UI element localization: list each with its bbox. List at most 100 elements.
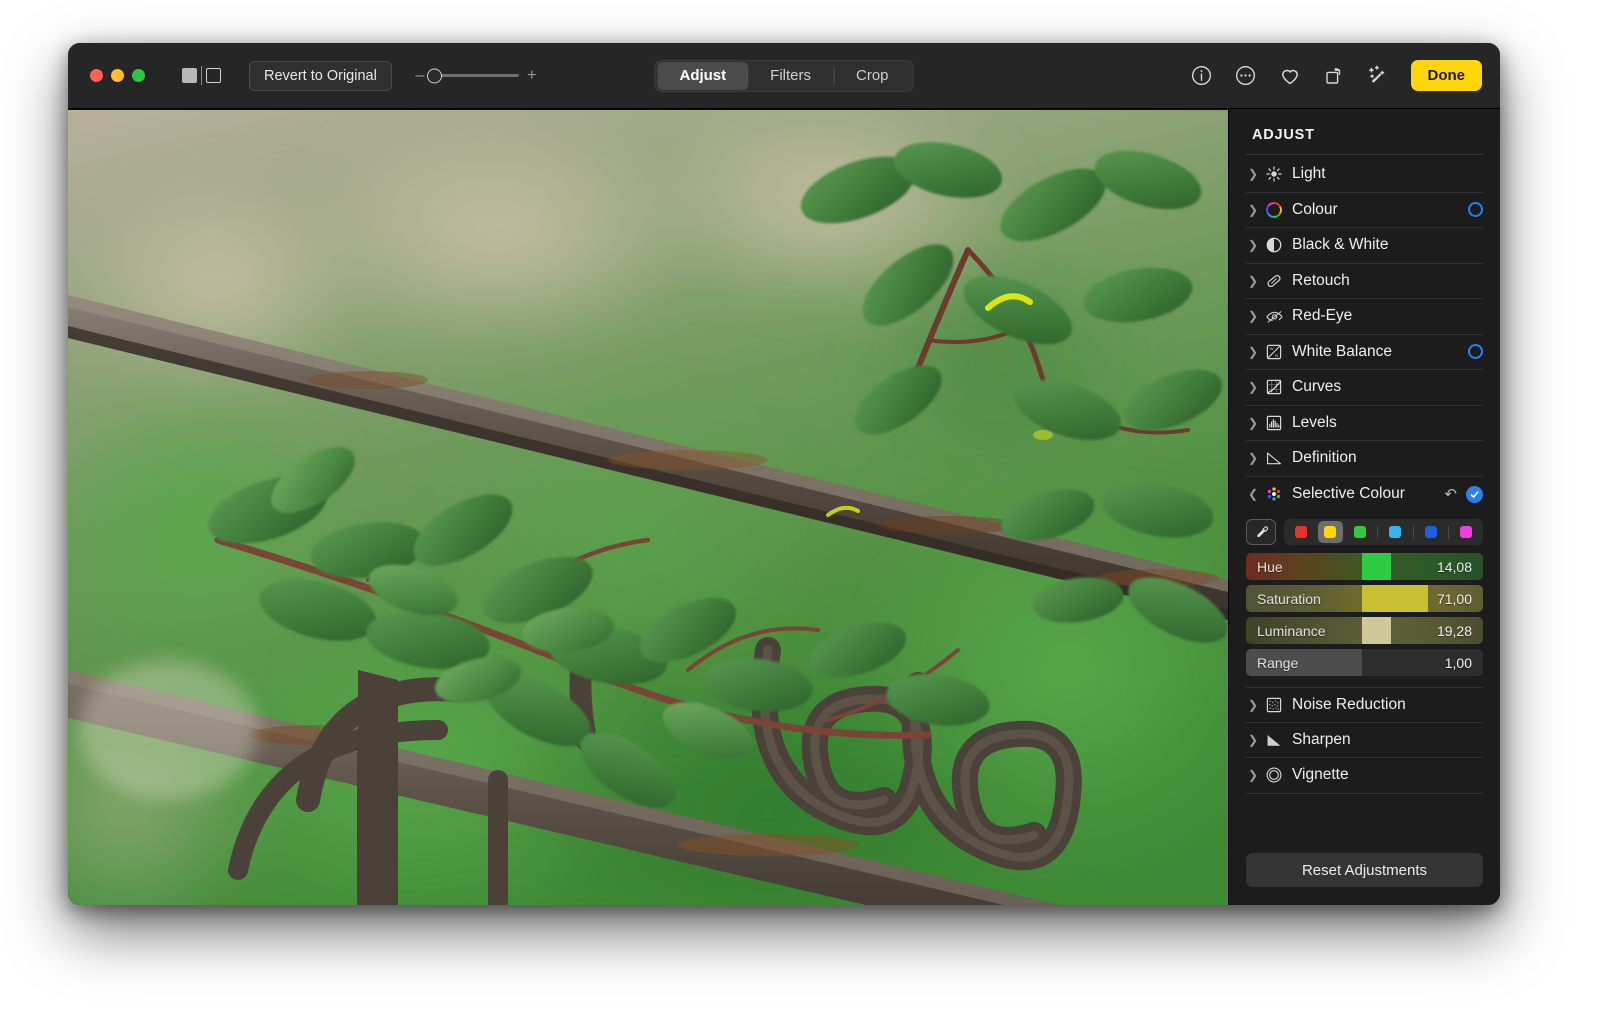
swatch-blue[interactable]: [1424, 526, 1437, 538]
adjustment-row-white-balance[interactable]: ❯ W B White Balance: [1246, 335, 1483, 370]
adjustment-label: Vignette: [1292, 766, 1349, 784]
screen: Revert to Original – + Adjust Filters Cr…: [0, 0, 1600, 1015]
revert-to-original-button[interactable]: Revert to Original: [249, 60, 392, 91]
slider-saturation-label: Saturation: [1257, 590, 1321, 607]
swatch-red[interactable]: [1294, 526, 1307, 538]
zoom-slider-track[interactable]: [426, 68, 519, 83]
zoom-control[interactable]: – +: [415, 67, 537, 85]
svg-text:W: W: [1270, 346, 1274, 351]
adjustment-toggle-icon[interactable]: [1468, 344, 1483, 360]
adjustment-row-vignette[interactable]: ❯ Vignette: [1246, 758, 1483, 794]
slider-saturation-value: 71,00: [1436, 590, 1472, 607]
reset-adjustments-button[interactable]: Reset Adjustments: [1246, 853, 1483, 887]
revert-label: Revert to Original: [264, 67, 377, 84]
adjustment-label: Black & White: [1292, 236, 1389, 254]
chevron-right-icon[interactable]: ❯: [1246, 168, 1260, 180]
zoom-out-icon[interactable]: –: [415, 67, 425, 85]
swatch-cyan-wrap[interactable]: [1383, 521, 1408, 543]
chevron-right-icon[interactable]: ❯: [1246, 310, 1260, 322]
slider-range[interactable]: Range 1,00: [1246, 649, 1483, 676]
adjustment-row-red-eye[interactable]: ❯ Red-Eye: [1246, 299, 1483, 335]
swatch-red-cell[interactable]: [1288, 521, 1313, 543]
chevron-right-icon[interactable]: ❯: [1246, 346, 1260, 358]
zoom-slider-knob[interactable]: [426, 68, 442, 83]
eyedropper-icon[interactable]: [1246, 519, 1276, 545]
swatch-magenta-cell[interactable]: [1454, 521, 1479, 543]
black-white-icon: [1263, 235, 1285, 255]
chevron-right-icon[interactable]: ❯: [1246, 452, 1260, 464]
favorite-icon[interactable]: [1277, 63, 1303, 89]
swatch-red-wrap[interactable]: [1288, 521, 1313, 543]
info-icon[interactable]: [1189, 63, 1215, 89]
chevron-right-icon[interactable]: ❯: [1246, 239, 1260, 251]
adjustment-row-sharpen[interactable]: ❯ Sharpen: [1246, 723, 1483, 758]
adjustment-row-colour[interactable]: ❯ Colour: [1246, 193, 1483, 228]
chevron-right-icon[interactable]: ❯: [1246, 769, 1260, 781]
compare-view-toggle[interactable]: [182, 65, 221, 87]
done-button[interactable]: Done: [1410, 60, 1482, 91]
adjustment-row-levels[interactable]: ❯ Levels: [1246, 406, 1483, 441]
adjustment-row-noise-reduction[interactable]: ❯ Noise Reduction: [1246, 687, 1483, 723]
chevron-right-icon[interactable]: ❯: [1246, 204, 1260, 216]
chevron-right-icon[interactable]: ❯: [1246, 381, 1260, 393]
slider-luminance-value: 19,28: [1436, 622, 1472, 639]
adjustment-toggle-icon[interactable]: [1468, 202, 1483, 218]
swatch-yellow[interactable]: [1324, 526, 1337, 538]
swatch-blue-wrap[interactable]: [1418, 521, 1443, 543]
swatch-cyan[interactable]: [1389, 526, 1402, 538]
adjustment-label: Curves: [1292, 378, 1342, 396]
tab-adjust[interactable]: Adjust: [657, 61, 749, 90]
selective-colour-swatch-bar: [1246, 519, 1483, 545]
close-button[interactable]: [90, 69, 103, 82]
adjustment-row-retouch[interactable]: ❯ Retouch: [1246, 264, 1483, 299]
adjustment-row-definition[interactable]: ❯ Definition: [1246, 441, 1483, 477]
chevron-right-icon[interactable]: ❯: [1246, 734, 1260, 746]
swatch-divider: [1377, 525, 1379, 539]
row-actions: ↶: [1444, 485, 1483, 503]
swatch-magenta[interactable]: [1460, 526, 1473, 538]
slider-hue-knob[interactable]: [1362, 553, 1392, 580]
row-actions: [1468, 202, 1483, 218]
adjustment-row-selective-colour[interactable]: ❮ Selective Colour ↶: [1246, 477, 1483, 513]
auto-enhance-icon[interactable]: [1365, 63, 1391, 89]
swatch-yellow-cell[interactable]: [1317, 521, 1343, 543]
slider-luminance-knob[interactable]: [1362, 617, 1392, 644]
traffic-lights: [90, 69, 145, 82]
slider-range-value: 1,00: [1444, 654, 1472, 671]
chevron-right-icon[interactable]: ❯: [1246, 275, 1260, 287]
chevron-right-icon[interactable]: ❯: [1246, 699, 1260, 711]
adjustment-enabled-checkmark-icon[interactable]: [1466, 485, 1483, 503]
definition-icon: [1263, 448, 1285, 468]
adjustment-label: Sharpen: [1292, 730, 1351, 748]
colour-channel-swatches: [1284, 519, 1483, 545]
swatch-divider: [1447, 525, 1449, 539]
adjustment-row-black-and-white[interactable]: ❯ Black & White: [1246, 228, 1483, 264]
swatch-green-wrap[interactable]: [1348, 521, 1373, 543]
swatch-green[interactable]: [1354, 526, 1367, 538]
reset-adjustments-label: Reset Adjustments: [1301, 861, 1428, 879]
adjustment-row-light[interactable]: ❯ Light: [1246, 157, 1483, 193]
chevron-down-icon[interactable]: ❮: [1246, 488, 1260, 500]
tab-crop[interactable]: Crop: [834, 62, 911, 90]
chevron-right-icon[interactable]: ❯: [1246, 417, 1260, 429]
outline-square-icon: [206, 68, 221, 83]
swatch-magenta-wrap[interactable]: [1454, 521, 1479, 543]
more-icon[interactable]: [1233, 63, 1259, 89]
minimize-button[interactable]: [111, 69, 124, 82]
zoom-window-button[interactable]: [132, 69, 145, 82]
revert-arrow-icon[interactable]: ↶: [1444, 487, 1457, 502]
swatch-blue-cell[interactable]: [1418, 521, 1443, 543]
slider-saturation[interactable]: Saturation 71,00: [1246, 585, 1483, 612]
tab-filters[interactable]: Filters: [748, 62, 833, 90]
adjustment-label: Retouch: [1292, 271, 1350, 289]
swatch-green-cell[interactable]: [1348, 521, 1373, 543]
photo-canvas[interactable]: [68, 109, 1228, 905]
rotate-icon[interactable]: [1321, 63, 1347, 89]
slider-hue[interactable]: Hue 14,08: [1246, 553, 1483, 580]
slider-luminance[interactable]: Luminance 19,28: [1246, 617, 1483, 644]
swatch-cyan-cell[interactable]: [1383, 521, 1408, 543]
swatch-yellow-wrap-selected[interactable]: [1317, 521, 1343, 543]
editor-body: ADJUST ❯ Light ❯ Colour ❯ Black & White …: [68, 109, 1500, 905]
zoom-in-icon[interactable]: +: [527, 67, 537, 85]
adjustment-row-curves[interactable]: ❯ Curves: [1246, 370, 1483, 406]
